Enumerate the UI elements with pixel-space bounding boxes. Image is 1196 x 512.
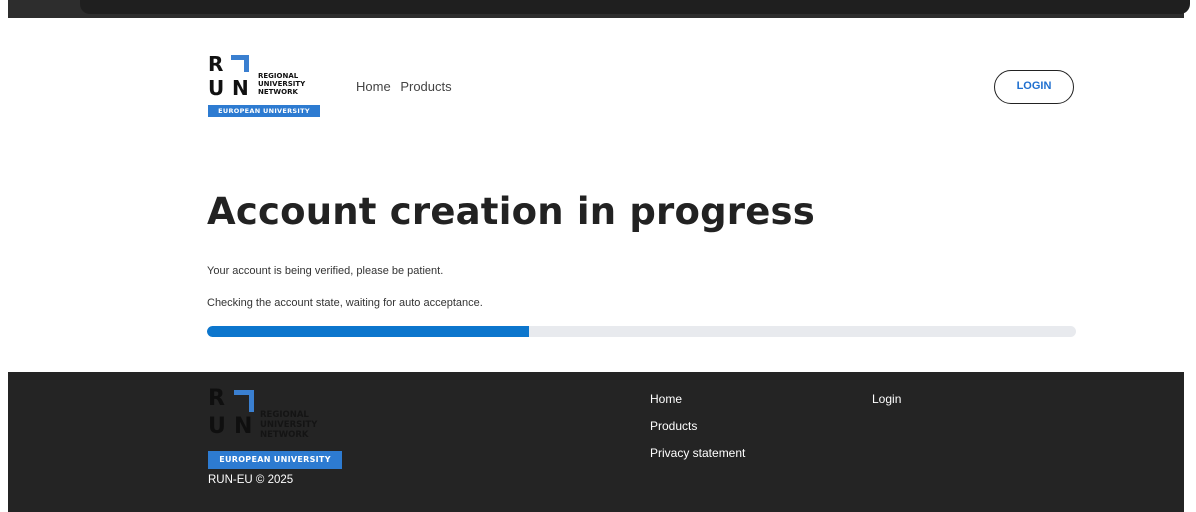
top-bar: [8, 0, 1190, 18]
footer-logo-line-3: NETWORK: [260, 430, 309, 440]
logo-banner: EUROPEAN UNIVERSITY: [208, 105, 320, 117]
footer-link-login[interactable]: Login: [872, 392, 901, 406]
browser-top-strip: [8, 0, 1190, 18]
footer-link-home[interactable]: Home: [650, 392, 682, 406]
progress-message: Checking the account state, waiting for …: [207, 297, 483, 309]
login-button[interactable]: LOGIN: [994, 70, 1074, 104]
site-footer: RUN-EU © 2025 Home Products Privacy stat…: [8, 372, 1184, 512]
logo-wordmark: REGIONAL UNIVERSITY NETWORK: [258, 72, 305, 96]
top-bar-inner: [80, 0, 1190, 14]
footer-logo-line-2: UNIVERSITY: [260, 420, 318, 430]
logo-letter-u: U: [208, 76, 225, 100]
progress-bar-fill: [207, 326, 529, 337]
status-message: Your account is being verified, please b…: [207, 265, 444, 277]
main-nav: Home Products: [356, 79, 458, 94]
footer-logo-letter-r: R: [208, 386, 225, 411]
logo-line-2: UNIVERSITY: [258, 80, 306, 88]
copyright-text: RUN-EU © 2025: [208, 474, 294, 486]
footer-logo-banner: EUROPEAN UNIVERSITY: [208, 451, 342, 469]
nav-products[interactable]: Products: [400, 79, 451, 94]
run-eu-logo[interactable]: R U N REGIONAL UNIVERSITY NETWORK EUROPE…: [208, 52, 320, 117]
logo-letter-n: N: [232, 76, 249, 100]
footer-logo-line-1: REGIONAL: [260, 410, 309, 420]
footer-link-products[interactable]: Products: [650, 419, 697, 433]
footer-logo[interactable]: R U N REGIONAL UNIVERSITY NETWORK EUROPE…: [208, 386, 342, 469]
logo-line-3: NETWORK: [258, 88, 298, 96]
footer-logo-bracket-icon: [234, 390, 254, 412]
logo-line-1: REGIONAL: [258, 72, 299, 80]
logo-letter-r: R: [208, 52, 224, 76]
progress-bar: [207, 326, 1076, 337]
footer-logo-wordmark: REGIONAL UNIVERSITY NETWORK: [260, 410, 317, 440]
page-title: Account creation in progress: [207, 190, 815, 233]
footer-logo-letter-u: U: [208, 414, 226, 439]
nav-home[interactable]: Home: [356, 79, 391, 94]
footer-link-privacy[interactable]: Privacy statement: [650, 446, 745, 460]
logo-bracket-icon: [231, 55, 249, 72]
footer-logo-letter-n: N: [234, 414, 253, 439]
